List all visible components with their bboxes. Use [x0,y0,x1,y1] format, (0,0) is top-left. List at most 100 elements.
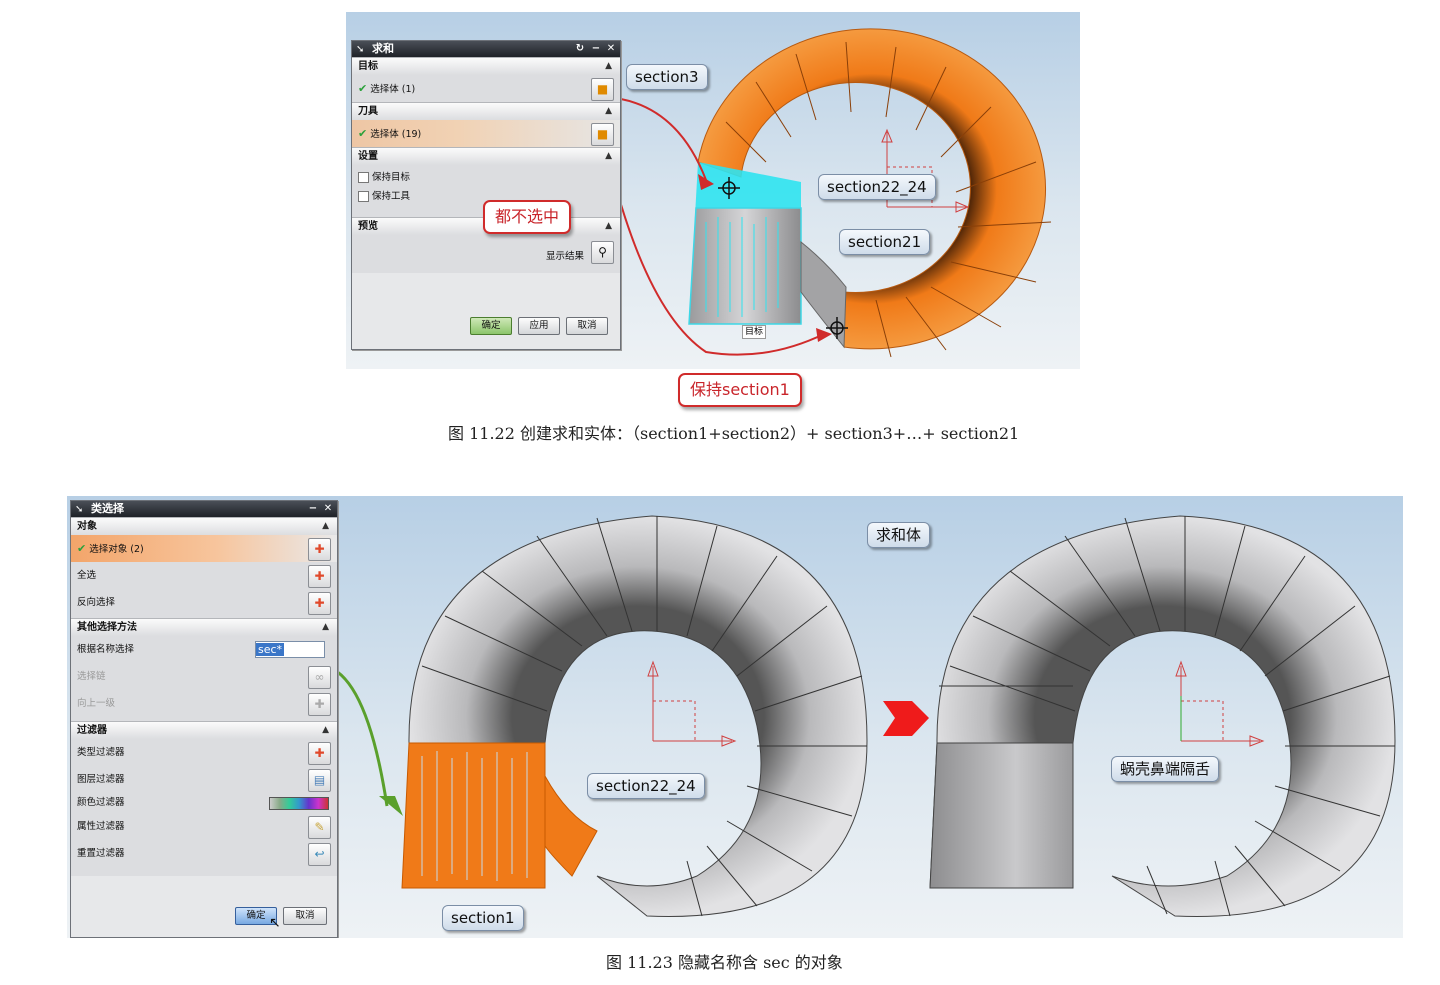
section22-24-callout: section22_24 [818,174,936,200]
selected-objects-row[interactable]: ✔ 选择对象 (2) ✚ [71,535,337,562]
target-select-label: 选择体 (1) [370,84,416,95]
keep-tool-label: 保持工具 [372,191,411,202]
collapse-icon[interactable]: ▲ [605,218,612,235]
class-dialog-title: 类选择 [91,502,124,515]
other-body: 根据名称选择 sec* 选择链 ∞ 向上一级 ✚ [71,636,337,721]
invert-selection-row[interactable]: 反向选择 ✚ [71,589,337,616]
fig2-right-inlet [929,742,1074,889]
color-palette-swatch[interactable] [269,797,329,810]
mouse-cursor-icon: ↖ [269,915,281,931]
color-filter-row[interactable]: 颜色过滤器 [71,793,337,813]
figure-1-caption: 图 11.22 创建求和实体：（section1+section2）+ sect… [448,424,1020,443]
select-all-label: 全选 [77,570,97,581]
up-level-icon[interactable]: ✚ [308,693,331,716]
fig2-section22-24-callout: section22_24 [587,773,705,799]
show-result-label: 显示结果 [545,251,584,262]
magnifier-icon[interactable]: ⚲ [591,241,614,264]
collapse-icon[interactable]: ▲ [605,58,612,75]
select-by-name-label: 根据名称选择 [77,644,135,655]
section-preview-label: 预览 [358,221,378,232]
section-tool-header[interactable]: 刀具 ▲ [352,102,620,120]
section21-callout: section21 [839,229,931,255]
collapse-icon[interactable]: ▲ [605,103,612,120]
sum-dialog-titlebar[interactable]: ➘ 求和 ↻ − ✕ [352,41,620,57]
class-dialog-titlebar[interactable]: ➘ 类选择 − ✕ [71,501,337,517]
check-icon: ✔ [77,542,87,555]
section-object-header[interactable]: 对象 ▲ [71,517,337,535]
collapse-icon[interactable]: ▲ [322,518,329,535]
keep-target-row[interactable]: 保持目标 [358,168,614,187]
layer-filter-icon[interactable]: ▤ [308,769,331,792]
section3-callout: section3 [626,64,708,90]
minimize-icon[interactable]: − [590,43,602,55]
fig2-section1-callout: section1 [442,905,524,931]
volute-tongue-callout: 蜗壳鼻端隔舌 [1111,756,1220,782]
attribute-filter-row[interactable]: 属性过滤器 ✎ [71,813,337,840]
section-target-header[interactable]: 目标 ▲ [352,57,620,75]
invert-selection-icon[interactable]: ✚ [308,592,331,615]
section-other-header[interactable]: 其他选择方法 ▲ [71,618,337,636]
preview-body: 显示结果 ⚲ [352,235,620,273]
select-chain-row[interactable]: 选择链 ∞ [71,663,337,690]
tool-select-label: 选择体 (19) [370,129,422,140]
section-filters-header[interactable]: 过滤器 ▲ [71,721,337,739]
up-level-label: 向上一级 [77,698,116,709]
close-icon[interactable]: ✕ [322,503,334,515]
layer-filter-row[interactable]: 图层过滤器 ▤ [71,766,337,793]
section-tool-label: 刀具 [358,106,378,117]
layer-filter-label: 图层过滤器 [77,774,125,785]
fig2-right-axes [1175,660,1265,747]
type-filter-label: 类型过滤器 [77,747,125,758]
select-all-icon[interactable]: ✚ [308,565,331,588]
name-filter-value: sec* [256,643,285,656]
selected-objects-label: 选择对象 (2) [89,544,144,555]
attribute-filter-label: 属性过滤器 [77,821,125,832]
collapse-icon[interactable]: ▲ [322,722,329,739]
class-selection-dialog: ➘ 类选择 − ✕ 对象 ▲ ✔ 选择对象 (2) ✚ 全选 ✚ 反向选择 ✚ 其… [70,500,338,938]
reset-filter-icon[interactable]: ↩ [308,843,331,866]
type-filter-row[interactable]: 类型过滤器 ✚ [71,739,337,766]
close-icon[interactable]: ✕ [605,43,617,55]
select-all-row[interactable]: 全选 ✚ [71,562,337,589]
target-tag: 目标 [742,325,767,339]
select-body-icon[interactable]: ■ [591,78,614,101]
section-object-label: 对象 [77,521,97,532]
section-filters-label: 过滤器 [77,725,107,736]
tool-select-row[interactable]: ✔ 选择体 (19) ■ [352,120,620,147]
crosshair-select-icon[interactable]: ✚ [308,538,331,561]
select-by-name-row: 根据名称选择 sec* [71,636,337,663]
keep-tool-checkbox[interactable] [358,191,369,202]
ok-button[interactable]: 确定 [470,317,512,335]
name-filter-input[interactable]: sec* [255,641,325,658]
apply-button[interactable]: 应用 [518,317,560,335]
figure-1-viewport: ➘ 求和 ↻ − ✕ 目标 ▲ ✔ 选择体 (1) ■ 刀具 ▲ ✔ 选择体 (19… [346,12,1080,369]
section-settings-header[interactable]: 设置 ▲ [352,147,620,165]
keep-target-checkbox[interactable] [358,172,369,183]
select-chain-label: 选择链 [77,671,106,682]
cancel-button[interactable]: 取消 [283,907,327,925]
chain-icon[interactable]: ∞ [308,666,331,689]
collapse-icon[interactable]: ▲ [605,148,612,165]
keep-section1-note: 保持section1 [678,373,802,407]
object-body: ✔ 选择对象 (2) ✚ 全选 ✚ 反向选择 ✚ [71,535,337,618]
minimize-icon[interactable]: − [307,503,319,515]
up-level-row[interactable]: 向上一级 ✚ [71,690,337,717]
select-body-icon[interactable]: ■ [591,123,614,146]
type-filter-icon[interactable]: ✚ [308,742,331,765]
filters-body: 类型过滤器 ✚ 图层过滤器 ▤ 颜色过滤器 属性过滤器 ✎ 重置过滤器 ↩ [71,739,337,876]
cancel-button[interactable]: 取消 [566,317,608,335]
section-settings-label: 设置 [358,151,378,162]
figure-2-caption: 图 11.23 隐藏名称含 sec 的对象 [606,953,843,972]
attribute-filter-icon[interactable]: ✎ [308,816,331,839]
sum-dialog: ➘ 求和 ↻ − ✕ 目标 ▲ ✔ 选择体 (1) ■ 刀具 ▲ ✔ 选择体 (19… [351,40,621,350]
section-other-label: 其他选择方法 [77,622,137,633]
sum-body-callout: 求和体 [867,522,931,548]
check-icon: ✔ [358,82,368,95]
section-target-label: 目标 [358,61,378,72]
reset-icon[interactable]: ↻ [574,43,586,55]
reset-filter-row[interactable]: 重置过滤器 ↩ [71,840,337,867]
collapse-icon[interactable]: ▲ [322,619,329,636]
fig2-orange-section1 [401,742,546,889]
dialog-pointer-icon: ➘ [356,44,365,55]
target-select-row[interactable]: ✔ 选择体 (1) ■ [352,75,620,102]
